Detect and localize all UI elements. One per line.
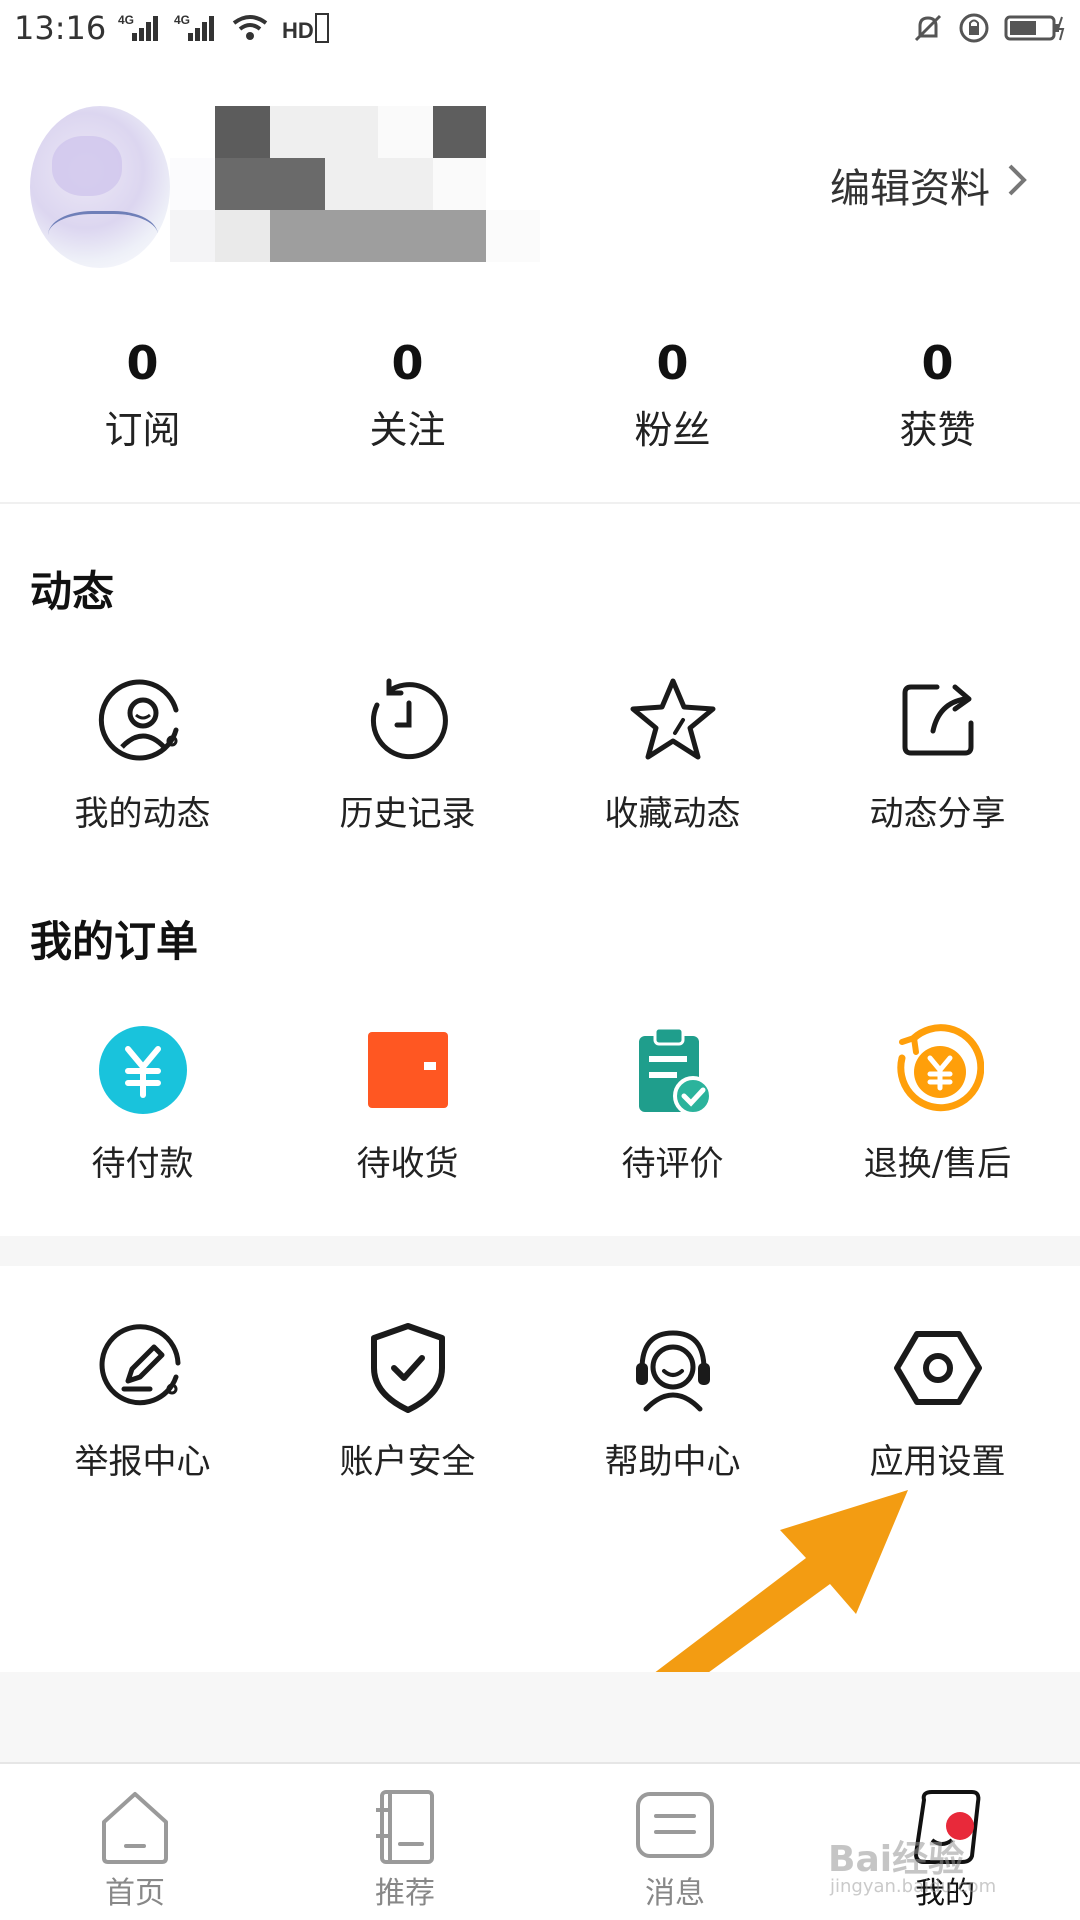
help-center-label: 帮助中心 bbox=[604, 1442, 741, 1482]
chevron-right-icon bbox=[1006, 162, 1030, 208]
stat-likes[interactable]: 0 获赞 bbox=[805, 335, 1070, 454]
favorites-item[interactable]: 收藏动态 bbox=[540, 672, 805, 835]
settings-icon bbox=[890, 1320, 986, 1416]
tab-recommend[interactable]: 推荐 bbox=[270, 1764, 540, 1920]
profile-header[interactable]: 编辑资料 bbox=[0, 96, 1080, 276]
share-item[interactable]: 动态分享 bbox=[805, 672, 1070, 835]
activity-section-title: 动态 bbox=[30, 567, 115, 616]
book-icon bbox=[376, 1790, 434, 1864]
signal-icon-2: 4G bbox=[174, 13, 215, 41]
app-settings-label: 应用设置 bbox=[869, 1442, 1006, 1482]
my-activity-item[interactable]: 我的动态 bbox=[10, 672, 275, 835]
bottom-spacer bbox=[0, 1672, 1080, 1762]
report-icon bbox=[95, 1320, 191, 1416]
message-icon bbox=[636, 1792, 714, 1858]
tab-messages-label: 消息 bbox=[645, 1876, 705, 1911]
services-grid: 举报中心 账户安全 帮助中心 应用设置 bbox=[0, 1320, 1080, 1483]
stats-row: 0 订阅 0 关注 0 粉丝 0 获赞 bbox=[0, 335, 1080, 454]
stat-following[interactable]: 0 关注 bbox=[275, 335, 540, 454]
clock: 13:16 bbox=[14, 9, 107, 47]
star-icon bbox=[625, 672, 721, 768]
stat-value: 0 bbox=[126, 336, 159, 390]
pending-review-item[interactable]: 待评价 bbox=[540, 1022, 805, 1185]
my-activity-icon bbox=[95, 672, 191, 768]
stat-label: 粉丝 bbox=[634, 408, 711, 452]
refund-icon bbox=[890, 1022, 986, 1118]
pending-payment-label: 待付款 bbox=[91, 1144, 194, 1184]
stat-value: 0 bbox=[656, 336, 689, 390]
stat-label: 订阅 bbox=[104, 408, 181, 452]
svg-text:4G: 4G bbox=[118, 13, 134, 27]
report-center-label: 举报中心 bbox=[74, 1442, 211, 1482]
watermark-url: jingyan.baidu.com bbox=[830, 1876, 997, 1897]
stat-value: 0 bbox=[391, 336, 424, 390]
history-item[interactable]: 历史记录 bbox=[275, 672, 540, 835]
tab-messages[interactable]: 消息 bbox=[540, 1764, 810, 1920]
history-label: 历史记录 bbox=[339, 794, 476, 834]
shield-icon bbox=[360, 1320, 456, 1416]
avatar[interactable] bbox=[30, 106, 170, 268]
favorites-label: 收藏动态 bbox=[604, 794, 741, 834]
divider bbox=[0, 502, 1080, 504]
pending-review-label: 待评价 bbox=[621, 1144, 724, 1184]
rotation-lock-icon bbox=[959, 13, 989, 43]
clipboard-check-icon bbox=[625, 1022, 721, 1118]
section-gap bbox=[0, 1236, 1080, 1266]
stat-value: 0 bbox=[921, 336, 954, 390]
stat-label: 获赞 bbox=[899, 408, 976, 452]
share-icon bbox=[890, 672, 986, 768]
tab-recommend-label: 推荐 bbox=[375, 1876, 435, 1911]
svg-text:HD: HD bbox=[282, 18, 314, 43]
hd-icon: HD bbox=[282, 13, 330, 43]
annotation-arrow-icon bbox=[630, 1480, 930, 1704]
account-security-item[interactable]: 账户安全 bbox=[275, 1320, 540, 1483]
signal-icon: 4G bbox=[118, 13, 159, 41]
yen-circle-icon bbox=[95, 1022, 191, 1118]
pending-delivery-item[interactable]: 待收货 bbox=[275, 1022, 540, 1185]
wallet-icon bbox=[360, 1022, 456, 1118]
wifi-icon bbox=[233, 15, 268, 40]
edit-profile-button[interactable]: 编辑资料 bbox=[830, 156, 1030, 214]
tab-home-label: 首页 bbox=[105, 1876, 165, 1911]
history-icon bbox=[360, 672, 456, 768]
edit-profile-label: 编辑资料 bbox=[830, 166, 990, 212]
watermark-logo: Bai经验 bbox=[828, 1839, 965, 1880]
orders-grid: 待付款 待收货 待评价 退换/售后 bbox=[0, 1022, 1080, 1185]
refund-label: 退换/售后 bbox=[863, 1144, 1012, 1184]
activity-grid: 我的动态 历史记录 收藏动态 动态分享 bbox=[0, 672, 1080, 835]
my-activity-label: 我的动态 bbox=[74, 794, 211, 834]
app-settings-item[interactable]: 应用设置 bbox=[805, 1320, 1070, 1483]
tab-home[interactable]: 首页 bbox=[0, 1764, 270, 1920]
help-center-item[interactable]: 帮助中心 bbox=[540, 1320, 805, 1483]
headset-icon bbox=[625, 1320, 721, 1416]
account-security-label: 账户安全 bbox=[339, 1442, 476, 1482]
mute-bell-icon bbox=[914, 14, 942, 42]
pending-payment-item[interactable]: 待付款 bbox=[10, 1022, 275, 1185]
stat-subscriptions[interactable]: 0 订阅 bbox=[10, 335, 275, 454]
stat-fans[interactable]: 0 粉丝 bbox=[540, 335, 805, 454]
svg-text:4G: 4G bbox=[174, 13, 190, 27]
stat-label: 关注 bbox=[369, 408, 446, 452]
report-center-item[interactable]: 举报中心 bbox=[10, 1320, 275, 1483]
home-icon bbox=[102, 1792, 168, 1864]
battery-icon bbox=[1004, 15, 1065, 41]
orders-section-title: 我的订单 bbox=[30, 917, 199, 966]
share-label: 动态分享 bbox=[869, 794, 1006, 834]
status-bar: 13:16 4G 4G HD bbox=[0, 0, 1080, 56]
pending-delivery-label: 待收货 bbox=[356, 1144, 459, 1184]
refund-item[interactable]: 退换/售后 bbox=[805, 1022, 1070, 1185]
